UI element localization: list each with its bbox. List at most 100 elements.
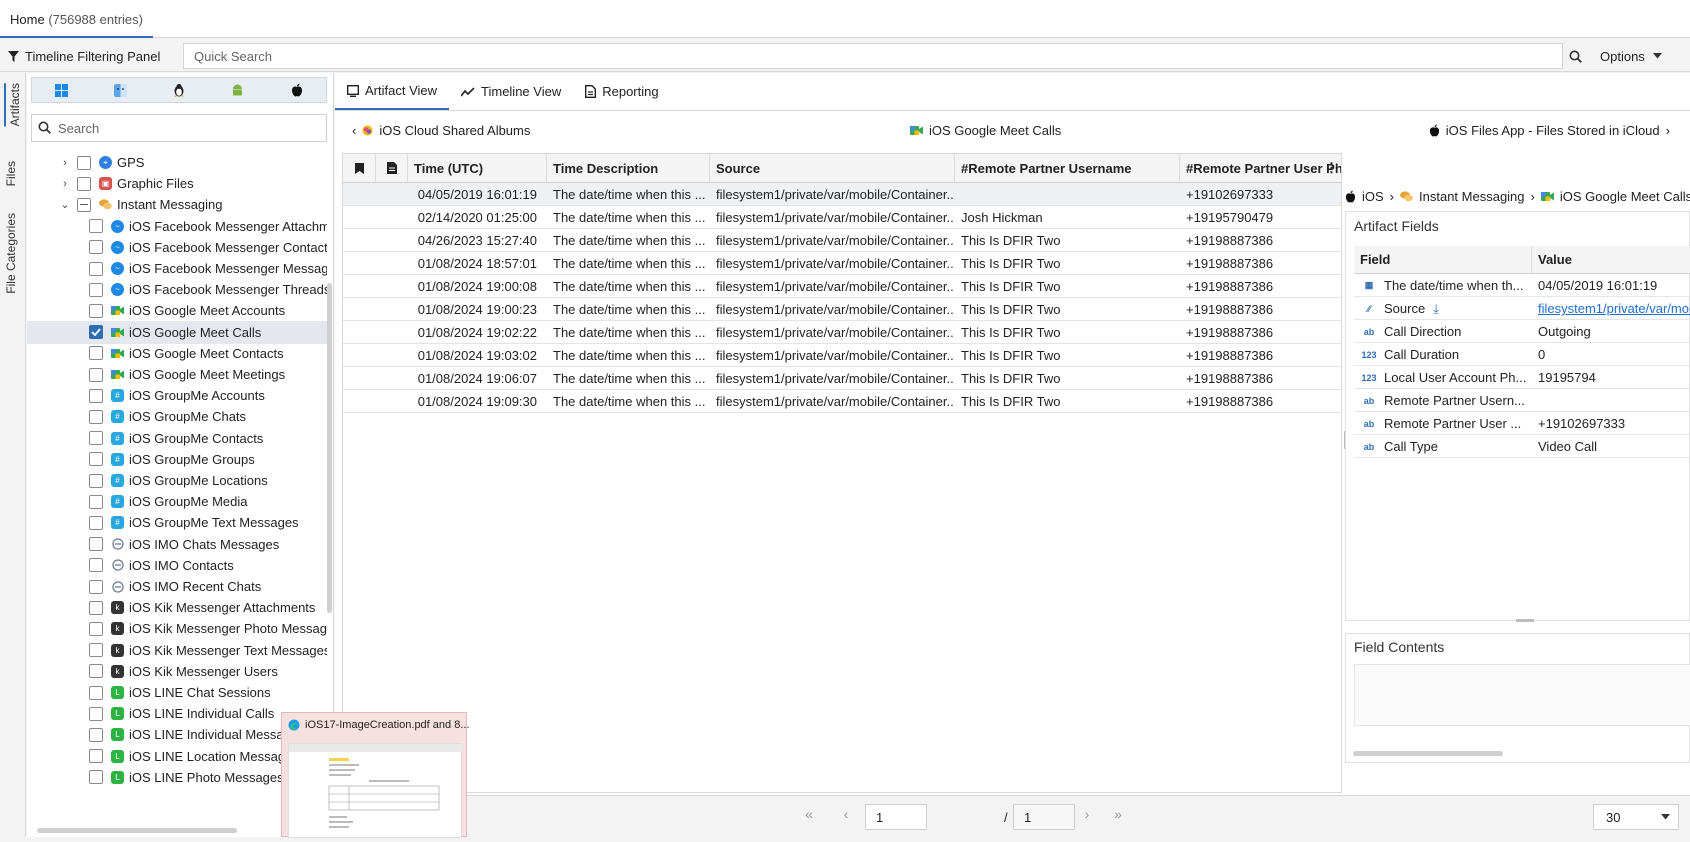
artifact-field-row[interactable]: ab Call Type Video Call <box>1354 435 1690 458</box>
tree-item[interactable]: iOS IMO Contacts <box>27 554 327 577</box>
tree-item[interactable]: ~ iOS Facebook Messenger Messages <box>27 257 327 280</box>
artifact-field-row[interactable]: ab Call Direction Outgoing <box>1354 320 1690 343</box>
table-row[interactable]: 04/26/2023 15:27:40 The date/time when th… <box>343 229 1341 252</box>
tree-item[interactable]: # iOS GroupMe Text Messages <box>27 511 327 534</box>
tree-item-checkbox[interactable] <box>89 494 103 509</box>
tree-item[interactable]: LiOS LINE Chat Sessions <box>27 681 327 704</box>
chevron-down-icon[interactable]: ⌄ <box>59 198 71 211</box>
tree-item-checkbox[interactable] <box>89 325 103 340</box>
macos-finder-icon[interactable] <box>91 78 150 102</box>
tree-item[interactable]: iOS IMO Chats Messages <box>27 533 327 556</box>
tree-item-checkbox[interactable] <box>89 579 103 594</box>
tree-item-checkbox[interactable] <box>77 155 91 170</box>
options-dropdown[interactable]: Options <box>1600 45 1662 67</box>
column-header-remote-partner-username[interactable]: #Remote Partner Username <box>955 154 1180 183</box>
tree-item-checkbox[interactable] <box>89 643 103 658</box>
tree-item[interactable]: iOS Google Meet Contacts <box>27 342 327 365</box>
tree-item[interactable]: ⌄ Instant Messaging <box>27 193 327 216</box>
tree-item[interactable]: # iOS GroupMe Locations <box>27 469 327 492</box>
bookmark-column-header[interactable] <box>343 154 376 183</box>
table-row[interactable]: 01/08/2024 19:03:02 The date/time when th… <box>343 344 1341 367</box>
windows-icon[interactable] <box>32 78 91 102</box>
tree-item-checkbox[interactable] <box>89 346 103 361</box>
tree-item-checkbox[interactable] <box>89 261 103 276</box>
artifact-field-row[interactable]: ⁄⁄ Source ⤓ filesystem1/private/var/mobile/… <box>1354 297 1690 320</box>
tree-item-checkbox[interactable] <box>89 409 103 424</box>
column-menu-icon[interactable]: ⋮ <box>1325 160 1338 176</box>
tree-item-checkbox[interactable] <box>89 770 103 785</box>
tree-item-checkbox[interactable] <box>89 219 103 234</box>
tree-item[interactable]: # iOS GroupMe Contacts <box>27 427 327 450</box>
details-horizontal-scrollbar[interactable] <box>1353 751 1503 756</box>
column-header-time-utc[interactable]: Time (UTC) <box>408 154 547 183</box>
field-contents-area[interactable] <box>1354 664 1690 726</box>
artifact-field-row[interactable]: 123 Local User Account Ph... 19195794 <box>1354 366 1690 389</box>
search-icon[interactable] <box>1560 44 1590 68</box>
tree-item[interactable]: › ⌖ GPS <box>27 151 327 174</box>
breadcrumb-ios[interactable]: iOS <box>1362 189 1384 204</box>
android-icon[interactable] <box>208 78 267 102</box>
linux-icon[interactable] <box>150 78 209 102</box>
tree-item[interactable]: k iOS Kik Messenger Attachments <box>27 596 327 619</box>
last-page-button[interactable]: » <box>1106 806 1130 826</box>
table-row[interactable]: 01/08/2024 18:57:01 The date/time when th… <box>343 252 1341 275</box>
tree-item-checkbox[interactable] <box>89 431 103 446</box>
tree-item[interactable]: ~ iOS Facebook Messenger Contacts <box>27 236 327 259</box>
tree-item-checkbox[interactable] <box>89 558 103 573</box>
tree-item[interactable]: ~ iOS Facebook Messenger Threads <box>27 278 327 301</box>
tree-item-checkbox[interactable] <box>77 176 91 191</box>
taskbar-thumbnail-preview[interactable]: iOS17-ImageCreation.pdf and 8... <box>281 712 469 838</box>
tab-artifacts[interactable]: Artifacts <box>4 83 22 127</box>
download-icon[interactable]: ⤓ <box>1433 301 1439 317</box>
column-header-time-description[interactable]: Time Description <box>547 154 710 183</box>
tree-item-checkbox[interactable] <box>89 685 103 700</box>
tree-item-checkbox[interactable] <box>89 727 103 742</box>
tree-search-input[interactable] <box>56 118 316 138</box>
tree-item-checkbox[interactable] <box>77 197 91 212</box>
chevron-right-icon[interactable]: › <box>59 157 71 169</box>
artifact-field-row[interactable]: 123 Call Duration 0 <box>1354 343 1690 366</box>
tree-item[interactable]: # iOS GroupMe Accounts <box>27 384 327 407</box>
next-artifact-button[interactable]: iOS Files App - Files Stored in iCloud › <box>1429 123 1670 138</box>
artifact-field-row[interactable]: ab Remote Partner User ... +19102697333 <box>1354 412 1690 435</box>
field-column-header[interactable]: Field <box>1354 246 1532 274</box>
table-row[interactable]: 04/05/2019 16:01:19 The date/time when th… <box>343 183 1341 206</box>
tree-item-checkbox[interactable] <box>89 240 103 255</box>
tree-item[interactable]: # iOS GroupMe Chats <box>27 405 327 428</box>
tree-item-checkbox[interactable] <box>89 303 103 318</box>
tree-item-checkbox[interactable] <box>89 749 103 764</box>
table-row[interactable]: 01/08/2024 19:02:22 The date/time when th… <box>343 321 1341 344</box>
first-page-button[interactable]: « <box>797 806 821 826</box>
table-row[interactable]: 01/08/2024 19:06:07 The date/time when th… <box>343 367 1341 390</box>
tree-item-checkbox[interactable] <box>89 473 103 488</box>
tab-timeline-view[interactable]: Timeline View <box>449 73 573 110</box>
tab-artifact-view[interactable]: Artifact View <box>335 73 450 110</box>
timeline-filtering-panel-button[interactable]: Timeline Filtering Panel <box>8 45 160 67</box>
tree-item-checkbox[interactable] <box>89 282 103 297</box>
apple-icon[interactable] <box>267 78 326 102</box>
table-row[interactable]: 01/08/2024 19:09:30 The date/time when th… <box>343 390 1341 413</box>
table-row[interactable]: 01/08/2024 19:00:23 The date/time when th… <box>343 298 1341 321</box>
tree-item-checkbox[interactable] <box>89 600 103 615</box>
tree-item-checkbox[interactable] <box>89 515 103 530</box>
splitter-handle[interactable] <box>1516 619 1534 622</box>
tree-item[interactable]: # iOS GroupMe Groups <box>27 448 327 471</box>
breadcrumb-instant-messaging[interactable]: Instant Messaging <box>1419 189 1525 204</box>
table-row[interactable]: 01/08/2024 19:00:08 The date/time when th… <box>343 275 1341 298</box>
tree-item[interactable]: iOS Google Meet Accounts <box>27 299 327 322</box>
breadcrumb-google-meet-calls[interactable]: iOS Google Meet Calls <box>1560 189 1690 204</box>
tab-reporting[interactable]: Reporting <box>573 73 670 110</box>
tree-item-checkbox[interactable] <box>89 452 103 467</box>
tab-files[interactable]: Files <box>4 161 18 186</box>
tree-item-checkbox[interactable] <box>89 388 103 403</box>
tree-item[interactable]: iOS Google Meet Calls <box>27 320 327 344</box>
quick-search-input[interactable] <box>183 43 1563 69</box>
tree-item[interactable]: k iOS Kik Messenger Photo Messages <box>27 617 327 640</box>
artifact-field-value-link[interactable]: filesystem1/private/var/mobile/Container… <box>1532 297 1690 320</box>
column-header-remote-partner-user-phone[interactable]: #Remote Partner User Ph ⋮ <box>1180 154 1341 183</box>
previous-artifact-button[interactable]: ‹ iOS Cloud Shared Albums <box>352 123 530 138</box>
tab-file-categories[interactable]: File Categories <box>4 213 18 294</box>
notes-column-header[interactable] <box>376 154 408 183</box>
home-tab[interactable]: Home (756988 entries) <box>0 0 153 38</box>
tree-item-checkbox[interactable] <box>89 621 103 636</box>
